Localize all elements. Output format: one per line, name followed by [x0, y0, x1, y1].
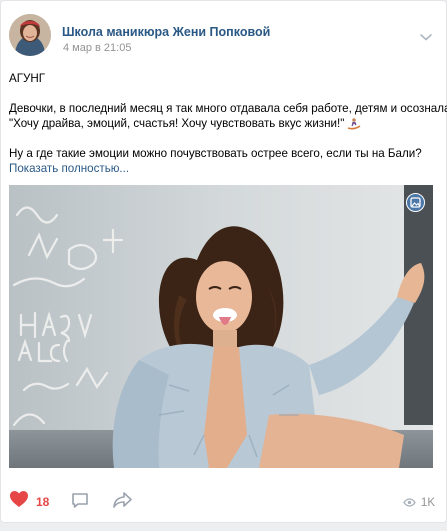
post-actions: 18 1K — [9, 490, 439, 514]
views-counter: 1K — [403, 494, 435, 512]
post-text-line: Ну а где такие эмоции можно почувствоват… — [9, 147, 422, 160]
chevron-down-icon[interactable] — [419, 29, 433, 41]
post-text: АГУНГ Девочки, в последний месяц я так м… — [9, 71, 447, 161]
post-text-line: Девочки, в последний месяц я так много о… — [9, 102, 447, 115]
avatar[interactable] — [9, 14, 51, 56]
comment-button[interactable] — [71, 492, 89, 514]
post-date[interactable]: 4 мар в 21:05 — [63, 42, 131, 54]
comment-icon — [71, 493, 89, 513]
surfer-emoji-icon — [347, 117, 361, 130]
post-text-line: АГУНГ — [9, 72, 46, 85]
views-count: 1K — [420, 497, 435, 509]
eye-icon — [403, 494, 416, 512]
like-button[interactable]: 18 — [9, 490, 49, 513]
post-text-line: "Хочу драйва, эмоций, счастья! Хочу чувс… — [9, 116, 441, 131]
post-author[interactable]: Школа маникюра Жени Попковой — [62, 25, 270, 39]
post-photo[interactable] — [9, 185, 433, 468]
like-count: 18 — [36, 494, 50, 509]
post-header: Школа маникюра Жени Попковой 4 мар в 21:… — [9, 14, 439, 64]
share-icon — [112, 492, 133, 513]
photo-badge-icon[interactable] — [406, 193, 425, 212]
share-button[interactable] — [112, 491, 133, 514]
heart-icon — [9, 490, 29, 513]
show-more-link[interactable]: Показать полностью... — [9, 162, 129, 175]
post-card: Школа маникюра Жени Попковой 4 мар в 21:… — [0, 0, 447, 523]
